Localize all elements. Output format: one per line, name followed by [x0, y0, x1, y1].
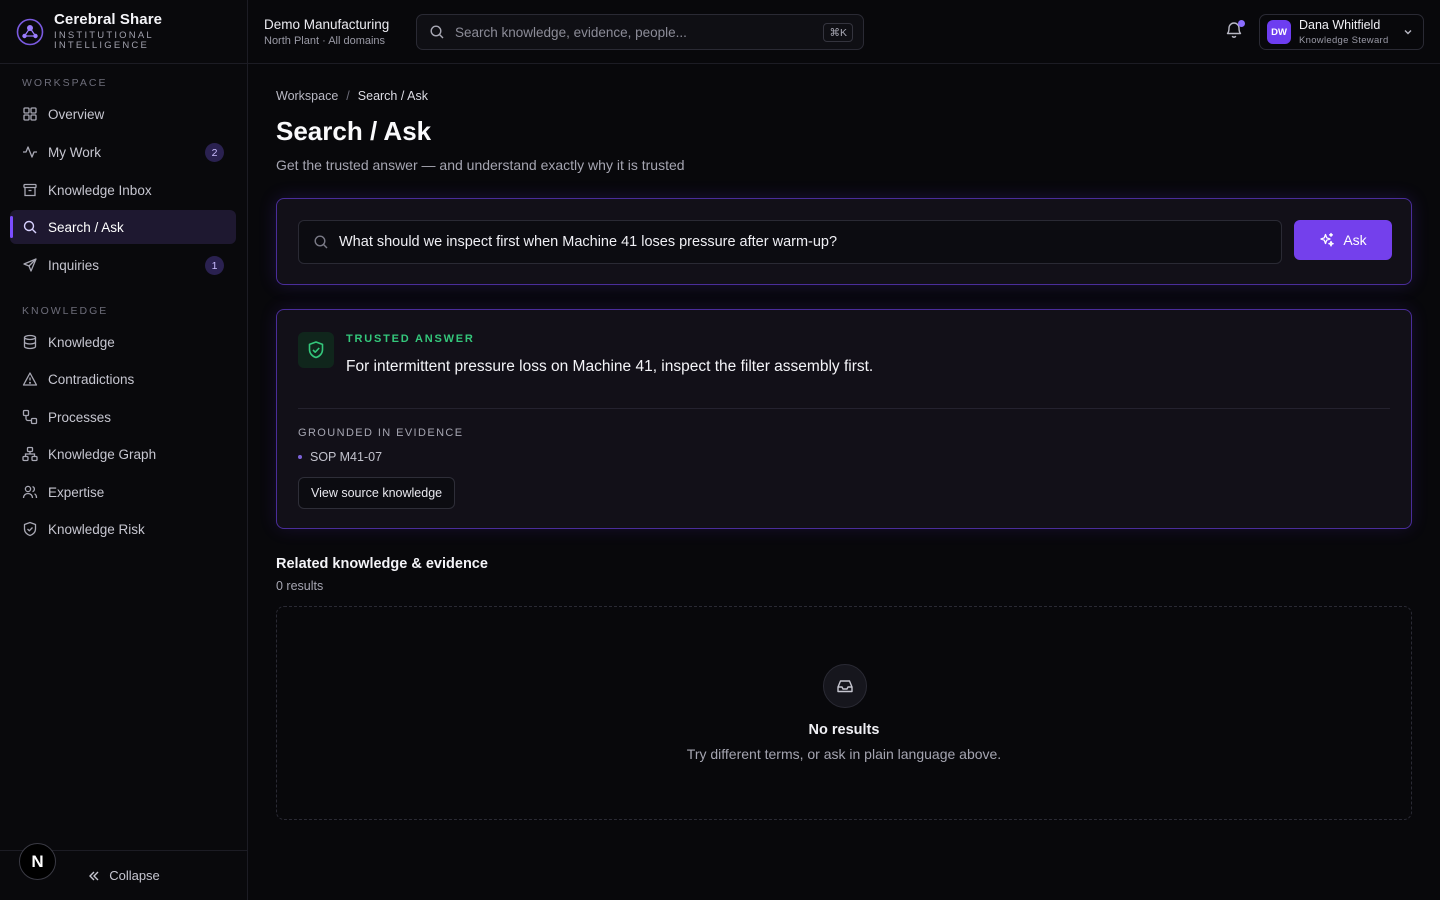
empty-subtitle: Try different terms, or ask in plain lan…	[686, 746, 1002, 762]
sidebar-item-label: Search / Ask	[48, 219, 124, 235]
related-count: 0 results	[276, 579, 324, 593]
sidebar-item-label: Knowledge	[48, 334, 115, 350]
collapse-button[interactable]: Collapse	[87, 868, 160, 883]
sidebar-item-knowledge-graph[interactable]: Knowledge Graph	[10, 437, 236, 471]
app-root: Cerebral Share INSTITUTIONAL INTELLIGENC…	[0, 0, 1440, 900]
breadcrumb-item-current: Search / Ask	[357, 89, 428, 103]
sidebar-item-label: My Work	[48, 144, 101, 160]
sidebar-item-label: Processes	[48, 409, 112, 425]
sidebar-item-label: Contradictions	[48, 371, 135, 387]
sidebar-item-label: Expertise	[48, 484, 105, 500]
page-title: Search / Ask	[276, 116, 432, 146]
global-search[interactable]: ⌘K	[416, 14, 864, 50]
sidebar-item-knowledge[interactable]: Knowledge	[10, 325, 236, 359]
chevrons-left-icon	[89, 871, 99, 880]
brand[interactable]: Cerebral Share INSTITUTIONAL INTELLIGENC…	[0, 0, 247, 64]
sidebar-item-expertise[interactable]: Expertise	[10, 475, 236, 509]
collapse-label: Collapse	[109, 868, 160, 883]
inbox-icon	[823, 664, 867, 708]
ask-input-wrapper[interactable]	[298, 220, 1282, 264]
sidebar-item-label: Knowledge Risk	[48, 521, 145, 537]
brand-logo-icon	[16, 18, 44, 45]
users-icon	[22, 484, 38, 500]
shortcut-hint: ⌘K	[823, 23, 853, 42]
sidebar-item-search-ask[interactable]: Search / Ask	[10, 210, 236, 244]
send-icon	[22, 257, 38, 273]
avatar: DW	[1267, 20, 1291, 44]
user-role: Knowledge Steward	[1299, 34, 1389, 46]
chevron-down-icon	[1404, 30, 1412, 35]
answer-text: For intermittent pressure loss on Machin…	[346, 358, 874, 375]
archive-icon	[22, 182, 38, 198]
bullet-icon	[298, 455, 302, 459]
sparkles-icon	[1320, 232, 1335, 247]
empty-title: No results	[808, 722, 880, 738]
sidebar-item-inquiries[interactable]: Inquiries 1	[10, 248, 236, 282]
ask-button-label: Ask	[1343, 232, 1367, 248]
search-icon	[314, 235, 328, 249]
sidebar-item-label: Inquiries	[48, 257, 100, 273]
page-subtitle: Get the trusted answer — and understand …	[276, 157, 685, 173]
nav-section-workspace: WORKSPACE	[22, 77, 108, 89]
ask-panel: Ask	[276, 198, 1412, 285]
org-switcher[interactable]: Demo Manufacturing North Plant · All dom…	[264, 18, 389, 47]
ask-button[interactable]: Ask	[1294, 220, 1392, 260]
breadcrumb-separator: /	[346, 89, 350, 103]
evidence-label: GROUNDED IN EVIDENCE	[298, 427, 464, 439]
notifications-button[interactable]	[1224, 20, 1246, 42]
activity-icon	[22, 144, 38, 160]
sidebar-item-knowledge-inbox[interactable]: Knowledge Inbox	[10, 173, 236, 207]
nav-section-knowledge: KNOWLEDGE	[22, 305, 109, 317]
brand-name: Cerebral Share	[54, 11, 163, 28]
breadcrumb-item-workspace[interactable]: Workspace	[276, 89, 338, 103]
empty-state: No results Try different terms, or ask i…	[276, 606, 1412, 820]
sidebar-item-overview[interactable]: Overview	[10, 97, 236, 131]
database-icon	[22, 334, 38, 350]
user-name: Dana Whitfield	[1299, 18, 1381, 32]
sidebar-item-contradictions[interactable]: Contradictions	[10, 362, 236, 396]
n-badge[interactable]: N	[19, 843, 56, 880]
workflow-icon	[22, 409, 38, 425]
topbar: Demo Manufacturing North Plant · All dom…	[248, 0, 1440, 64]
evidence-item[interactable]: SOP M41-07	[298, 450, 382, 464]
shield-icon	[22, 521, 38, 537]
sidebar-item-label: Knowledge Graph	[48, 446, 157, 462]
related-title: Related knowledge & evidence	[276, 556, 488, 572]
answer-label: TRUSTED ANSWER	[346, 333, 475, 345]
sidebar-item-label: Overview	[48, 106, 105, 122]
count-badge: 1	[205, 256, 224, 275]
grid-icon	[22, 106, 38, 122]
sidebar-item-processes[interactable]: Processes	[10, 400, 236, 434]
org-subtitle: North Plant · All domains	[264, 34, 386, 47]
user-menu[interactable]: DW Dana Whitfield Knowledge Steward	[1259, 14, 1424, 50]
count-badge: 2	[205, 143, 224, 162]
evidence-item-label: SOP M41-07	[310, 450, 383, 464]
sidebar: Cerebral Share INSTITUTIONAL INTELLIGENC…	[0, 0, 248, 900]
sidebar-item-label: Knowledge Inbox	[48, 182, 152, 198]
brand-subtitle: INSTITUTIONAL INTELLIGENCE	[54, 30, 154, 51]
search-icon	[430, 25, 444, 39]
breadcrumb: Workspace / Search / Ask	[276, 89, 428, 103]
global-search-input[interactable]	[455, 24, 863, 40]
trusted-answer-card: TRUSTED ANSWER For intermittent pressure…	[276, 309, 1412, 529]
search-icon	[22, 219, 38, 235]
graph-icon	[22, 446, 38, 462]
sidebar-item-my-work[interactable]: My Work 2	[10, 135, 236, 169]
sidebar-item-knowledge-risk[interactable]: Knowledge Risk	[10, 512, 236, 546]
shield-check-icon	[308, 341, 324, 359]
trusted-badge	[298, 332, 334, 368]
notification-dot	[1238, 20, 1245, 27]
org-name: Demo Manufacturing	[264, 17, 390, 32]
warning-icon	[22, 371, 38, 387]
view-source-button[interactable]: View source knowledge	[298, 477, 456, 509]
ask-input[interactable]	[339, 234, 1281, 250]
divider	[298, 408, 1390, 409]
